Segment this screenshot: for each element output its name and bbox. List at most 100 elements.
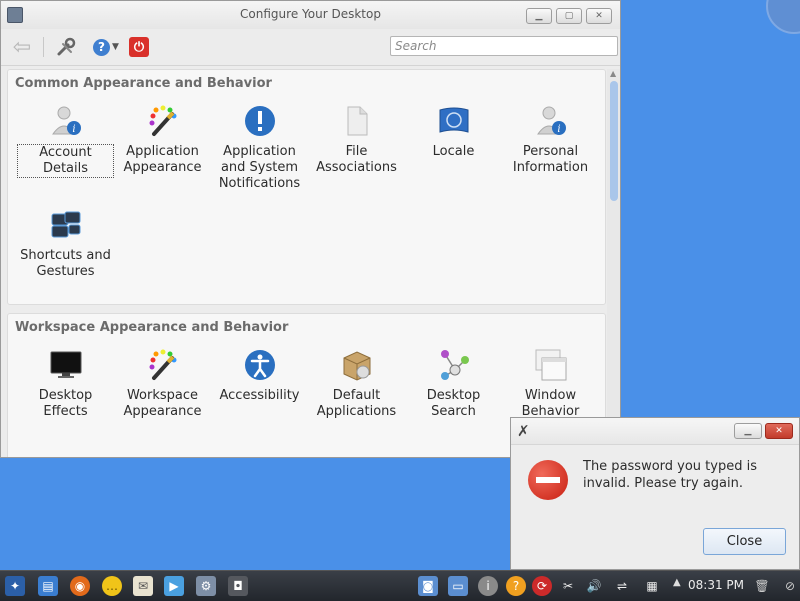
system-settings-icon[interactable]: ⚙ <box>196 576 216 596</box>
window-titlebar[interactable]: Configure Your Desktop ▁ ▢ ✕ <box>1 1 620 29</box>
module-desktop-effects[interactable]: Desktop Effects <box>17 340 114 444</box>
personal-information-icon: i <box>536 106 566 135</box>
module-personal-information[interactable]: i Personal Information <box>502 96 599 200</box>
volume-icon[interactable]: 🔊 <box>584 576 604 596</box>
back-arrow-icon: ⇦ <box>12 34 32 60</box>
module-desktop-search[interactable]: Desktop Search <box>405 340 502 444</box>
media-player-icon[interactable]: ▶ <box>164 576 184 596</box>
window-behavior-icon <box>535 349 566 381</box>
maximize-icon: ▢ <box>564 10 574 21</box>
modules-area: Common Appearance and Behavior i Account… <box>7 69 606 457</box>
module-default-applications[interactable]: Default Applications <box>308 340 405 444</box>
minimize-icon: ▁ <box>535 10 543 21</box>
clock[interactable]: 08:31 PM <box>688 578 744 592</box>
module-label: File Associations <box>316 144 397 175</box>
module-label: Window Behavior <box>521 388 580 419</box>
trash-icon[interactable]: 🗑 <box>752 576 772 596</box>
minimize-icon: ▁ <box>744 426 752 436</box>
module-account-details[interactable]: i Account Details <box>17 96 114 200</box>
module-label: Accessibility <box>219 388 300 403</box>
wrench-icon <box>57 37 76 56</box>
taskbar: ✦ ▤ ◉ … ✉ ▶ ⚙ ◘ ◙ ▭ i ? ⟳ ✂ 🔊 ⇌ ▦ ▲ 08:3… <box>0 570 800 601</box>
minimize-button[interactable]: ▁ <box>526 8 552 24</box>
module-locale[interactable]: Locale <box>405 96 502 200</box>
info-icon[interactable]: i <box>478 576 498 596</box>
screenshot-icon[interactable]: ◙ <box>418 576 438 596</box>
exclamation-icon <box>244 106 275 136</box>
module-notifications[interactable]: Application and System Notifications <box>211 96 308 200</box>
module-label: Personal Information <box>512 144 589 175</box>
close-icon: ✕ <box>595 10 603 21</box>
scrollbar-thumb[interactable] <box>610 81 618 201</box>
section-title: Workspace Appearance and Behavior <box>15 320 289 335</box>
dialog-minimize-button[interactable]: ▁ <box>734 423 762 439</box>
close-window-button[interactable]: ✕ <box>586 8 612 24</box>
accessibility-icon <box>244 350 275 380</box>
x-logo-icon: ✗ <box>517 422 530 440</box>
help-tray-icon[interactable]: ? <box>506 576 526 596</box>
file-manager-icon[interactable]: ▤ <box>38 576 58 596</box>
module-shortcuts-gestures[interactable]: Shortcuts and Gestures <box>17 200 114 304</box>
error-message: The password you typed is invalid. Pleas… <box>583 459 757 491</box>
section-common-appearance: Common Appearance and Behavior i Account… <box>7 69 606 305</box>
scroll-up-icon[interactable]: ▲ <box>610 69 616 78</box>
flag-icon <box>439 107 468 133</box>
account-details-icon: i <box>51 106 81 135</box>
folder-icon[interactable]: ▭ <box>448 576 468 596</box>
error-stop-icon <box>528 460 568 500</box>
close-icon: ✕ <box>775 426 783 436</box>
module-label: Locale <box>432 144 475 159</box>
chevron-down-icon: ▼ <box>112 42 119 52</box>
module-label: Application and System Notifications <box>218 144 301 191</box>
module-label: Desktop Effects <box>38 388 93 419</box>
dialog-titlebar[interactable]: ✗ ▁ ✕ <box>511 418 799 445</box>
paintbrush-palette-icon <box>149 349 176 380</box>
mail-icon[interactable]: ✉ <box>133 576 153 596</box>
module-file-associations[interactable]: File Associations <box>308 96 405 200</box>
paintbrush-palette-icon <box>149 105 176 136</box>
svg-text:i: i <box>72 124 75 135</box>
update-icon[interactable]: ⟳ <box>532 576 552 596</box>
network-icon[interactable]: ▦ <box>642 576 662 596</box>
dialog-close-x-button[interactable]: ✕ <box>765 423 793 439</box>
chat-icon[interactable]: … <box>102 576 122 596</box>
help-menu-button[interactable]: ? ▼ <box>89 36 123 58</box>
usb-icon[interactable]: ⇌ <box>612 576 632 596</box>
module-label: Desktop Search <box>426 388 481 419</box>
quit-button[interactable]: ⏻ <box>128 36 150 58</box>
toolbar-separator <box>43 37 44 57</box>
package-icon <box>343 351 370 381</box>
show-desktop-icon[interactable]: ⊘ <box>780 576 800 596</box>
firefox-icon[interactable]: ◉ <box>70 576 90 596</box>
start-menu-icon[interactable]: ✦ <box>5 576 25 596</box>
module-label: Account Details <box>17 144 114 178</box>
module-application-appearance[interactable]: Application Appearance <box>114 96 211 200</box>
desktop-search-icon <box>440 350 469 380</box>
configure-button[interactable] <box>53 36 79 58</box>
svg-text:i: i <box>557 124 560 135</box>
close-button[interactable]: Close <box>703 528 786 555</box>
module-label: Shortcuts and Gestures <box>20 248 111 279</box>
desktop-corner-button[interactable] <box>766 0 800 34</box>
system-settings-window: Configure Your Desktop ▁ ▢ ✕ ⇦ ? ▼ ⏻ Com… <box>0 0 621 458</box>
camera-icon[interactable]: ◘ <box>228 576 248 596</box>
module-workspace-appearance[interactable]: Workspace Appearance <box>114 340 211 444</box>
section-title: Common Appearance and Behavior <box>15 76 272 91</box>
module-accessibility[interactable]: Accessibility <box>211 340 308 444</box>
scissors-icon[interactable]: ✂ <box>558 576 578 596</box>
toolbar: ⇦ ? ▼ ⏻ <box>1 29 620 66</box>
maximize-button[interactable]: ▢ <box>556 8 582 24</box>
module-label: Application Appearance <box>123 144 202 175</box>
file-icon <box>347 106 367 136</box>
power-icon: ⏻ <box>129 37 149 57</box>
module-label: Default Applications <box>316 388 397 419</box>
shortcuts-icon <box>51 211 80 238</box>
search-input[interactable] <box>390 36 618 56</box>
vertical-scrollbar[interactable]: ▲ <box>607 69 620 457</box>
back-button[interactable]: ⇦ <box>9 34 35 60</box>
module-label: Workspace Appearance <box>123 388 202 419</box>
help-icon: ? <box>93 38 111 56</box>
tray-expand-icon[interactable]: ▲ <box>673 577 681 588</box>
monitor-icon <box>50 351 81 378</box>
error-dialog: ✗ ▁ ✕ The password you typed is invalid.… <box>510 417 800 570</box>
